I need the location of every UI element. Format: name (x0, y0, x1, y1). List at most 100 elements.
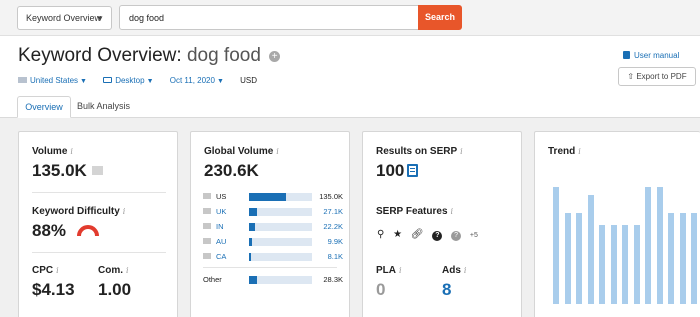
info-icon[interactable]: i (126, 266, 129, 275)
country-volume-value[interactable]: 27.1K (323, 207, 343, 216)
country-row-uk[interactable]: UK 27.1K (203, 206, 343, 218)
global-volume-label-text: Global Volume (204, 146, 274, 157)
country-filter-label: United States (30, 76, 79, 85)
cpc-label: CPC i (32, 265, 59, 276)
serp-card: Results on SERP i 100 SERP Features i ⚲ ★ … (362, 131, 522, 317)
info-icon[interactable]: i (399, 266, 402, 275)
country-flag-icon (203, 238, 211, 244)
divider (32, 192, 166, 193)
country-flag-icon (203, 223, 211, 229)
competition-label: Com. i (98, 265, 129, 276)
device-filter-label: Desktop (115, 76, 145, 85)
trend-bar[interactable] (634, 225, 640, 304)
info-icon[interactable]: i (56, 266, 59, 275)
divider (32, 252, 166, 253)
volume-share-fill (249, 208, 257, 216)
country-volume-value[interactable]: 9.9K (328, 237, 343, 246)
volume-share-bar (249, 253, 312, 261)
search-toolbar: Keyword Overview ▼ dog food Search (0, 0, 700, 36)
book-icon (623, 51, 630, 59)
export-pdf-label: Export to PDF (636, 72, 687, 81)
trend-bar[interactable] (691, 213, 697, 304)
pla-label-text: PLA (376, 265, 396, 276)
results-on-serp-value: 100 (376, 161, 419, 181)
trend-bar[interactable] (611, 225, 617, 304)
country-row-ca[interactable]: CA 8.1K (203, 251, 343, 263)
trend-bar[interactable] (565, 213, 571, 304)
country-flag-icon (203, 253, 211, 259)
country-code[interactable]: UK (216, 207, 226, 216)
more-features-link[interactable]: +5 (470, 232, 478, 239)
tool-selector-dropdown[interactable]: Keyword Overview ▼ (17, 6, 112, 30)
info-icon[interactable]: i (464, 266, 467, 275)
country-code: US (216, 192, 227, 201)
info-icon[interactable]: i (276, 147, 279, 156)
divider (203, 267, 337, 268)
country-filter[interactable]: United States ▼ (18, 76, 87, 85)
info-icon[interactable]: i (460, 147, 463, 156)
serp-features-label: SERP Features i (376, 206, 453, 217)
ads-value[interactable]: 8 (442, 280, 451, 300)
info-icon[interactable]: i (70, 147, 73, 156)
country-row-au[interactable]: AU 9.9K (203, 236, 343, 248)
results-on-serp-value-text: 100 (376, 161, 405, 180)
location-pin-icon: ⚲ (377, 229, 385, 240)
trend-bar[interactable] (668, 213, 674, 304)
date-filter[interactable]: Oct 11, 2020 ▼ (170, 76, 224, 85)
country-row-in[interactable]: IN 22.2K (203, 221, 343, 233)
volume-share-bar (249, 208, 312, 216)
chevron-down-icon: ▼ (96, 14, 104, 23)
country-volume-value[interactable]: 8.1K (328, 252, 343, 261)
info-icon[interactable]: i (123, 207, 126, 216)
page-title-prefix: Keyword Overview: (18, 45, 182, 66)
country-code[interactable]: AU (216, 237, 226, 246)
volume-share-fill (249, 238, 252, 246)
trend-bar[interactable] (657, 187, 663, 304)
chevron-down-icon: ▼ (80, 78, 87, 85)
question-icon-gray: ? (451, 231, 462, 241)
difficulty-gauge-icon (76, 225, 99, 237)
keyword-search-input[interactable]: dog food (119, 5, 419, 30)
search-button[interactable]: Search (418, 5, 462, 30)
volume-value: 135.0K (32, 161, 103, 181)
trend-bar[interactable] (645, 187, 651, 304)
pla-label: PLA i (376, 265, 402, 276)
export-icon: ⇧ (627, 72, 635, 81)
trend-label-text: Trend (548, 146, 576, 157)
info-icon[interactable]: i (451, 207, 454, 216)
volume-label-text: Volume (32, 146, 68, 157)
country-code[interactable]: CA (216, 252, 226, 261)
volume-share-bar (249, 223, 312, 231)
device-filter[interactable]: Desktop ▼ (103, 76, 154, 85)
user-manual-link[interactable]: User manual (623, 51, 679, 60)
country-volume-value[interactable]: 22.2K (323, 222, 343, 231)
user-manual-label: User manual (634, 51, 680, 60)
add-keyword-plus-icon[interactable]: + (269, 51, 281, 62)
trend-chart (553, 168, 699, 304)
tab-overview[interactable]: Overview (17, 96, 71, 118)
serp-snapshot-icon[interactable] (407, 164, 419, 177)
tab-bulk-analysis[interactable]: Bulk Analysis (77, 96, 130, 118)
serp-features-icons: ⚲ ★ 🔗︎ ? ? +5 (377, 229, 484, 241)
info-icon[interactable]: i (578, 147, 581, 156)
trend-bar[interactable] (576, 213, 582, 304)
trend-bar[interactable] (680, 213, 686, 304)
cpc-value: $4.13 (32, 280, 75, 299)
chevron-down-icon: ▼ (216, 78, 224, 85)
volume-share-bar (249, 238, 312, 246)
trend-bar[interactable] (553, 187, 559, 304)
trend-bar[interactable] (622, 225, 628, 304)
trend-label: Trend i (548, 146, 581, 157)
filter-bar: United States ▼ Desktop ▼ Oct 11, 2020 ▼ US… (18, 76, 257, 85)
country-row-us: US 135.0K (203, 191, 343, 203)
export-pdf-button[interactable]: ⇧ Export to PDF (618, 67, 696, 86)
competition-label-text: Com. (98, 265, 123, 276)
global-volume-card: Global Volume i 230.6K US 135.0K UK 27.1K IN 2… (190, 131, 350, 317)
trend-bar[interactable] (588, 195, 594, 304)
date-filter-label: Oct 11, 2020 (169, 76, 215, 85)
volume-card: Volume i 135.0K Keyword Difficulty i 88% C… (18, 131, 178, 317)
trend-bar[interactable] (599, 225, 605, 304)
volume-share-fill (249, 253, 251, 261)
country-code[interactable]: IN (216, 222, 224, 231)
global-volume-value: 230.6K (204, 161, 259, 180)
